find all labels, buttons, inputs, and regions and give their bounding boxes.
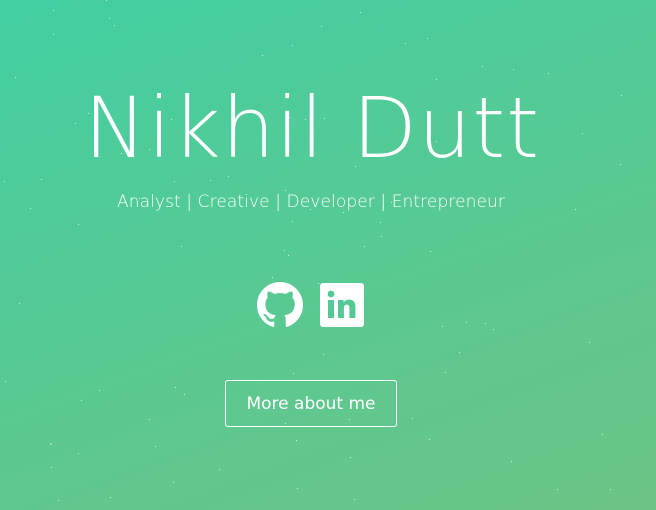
star-dot	[5, 381, 6, 382]
star-dot	[548, 73, 549, 74]
star-dot	[364, 246, 365, 247]
star-dot	[81, 400, 82, 401]
star-dot	[557, 489, 558, 490]
star-dot	[51, 443, 52, 444]
star-dot	[78, 224, 79, 225]
star-dot	[493, 329, 494, 330]
star-dot	[288, 255, 289, 256]
star-dot	[58, 500, 59, 501]
star-dot	[610, 489, 611, 490]
star-dot	[343, 212, 344, 213]
page-title: Nikhil Dutt	[83, 79, 541, 177]
star-dot	[149, 419, 150, 420]
star-dot	[181, 246, 182, 247]
star-dot	[109, 18, 110, 19]
star-dot	[511, 461, 512, 462]
star-dot	[262, 55, 263, 56]
starfield-background	[0, 0, 656, 510]
star-dot	[4, 181, 5, 182]
star-dot	[174, 181, 175, 182]
hero-section: Nikhil Dutt Analyst | Creative | Develop…	[0, 0, 656, 510]
star-dot	[284, 250, 285, 251]
star-dot	[380, 222, 381, 223]
star-dot	[53, 10, 54, 11]
star-dot	[381, 236, 382, 237]
star-dot	[459, 352, 460, 353]
star-dot	[412, 418, 413, 419]
star-dot	[114, 25, 115, 26]
star-dot	[602, 434, 603, 435]
star-dot	[292, 221, 293, 222]
star-dot	[589, 342, 590, 343]
star-dot	[292, 45, 293, 46]
star-dot	[155, 446, 156, 447]
star-dot	[321, 26, 322, 27]
star-dot	[429, 439, 430, 440]
star-dot	[210, 180, 211, 181]
star-dot	[272, 277, 273, 278]
star-dot	[293, 373, 294, 374]
star-dot	[445, 372, 446, 373]
star-dot	[323, 354, 324, 355]
star-dot	[482, 66, 483, 67]
star-dot	[99, 390, 100, 391]
more-about-me-button[interactable]: More about me	[225, 380, 397, 427]
star-dot	[297, 488, 298, 489]
star-dot	[350, 457, 351, 458]
tagline: Analyst | Creative | Developer | Entrepr…	[116, 192, 506, 212]
star-dot	[513, 69, 514, 70]
star-dot	[430, 251, 431, 252]
star-dot	[78, 453, 79, 454]
star-dot	[427, 38, 428, 39]
star-dot	[41, 179, 42, 180]
star-dot	[354, 499, 355, 500]
star-dot	[175, 387, 176, 388]
social-links	[0, 282, 622, 328]
star-dot	[405, 43, 406, 44]
github-link[interactable]	[257, 282, 303, 328]
github-icon	[257, 282, 303, 327]
star-dot	[360, 12, 361, 13]
star-dot	[51, 467, 52, 468]
star-dot	[110, 497, 111, 498]
star-dot	[296, 440, 297, 441]
linkedin-link[interactable]	[319, 282, 365, 328]
star-dot	[173, 482, 174, 483]
linkedin-icon	[320, 283, 364, 327]
star-dot	[219, 469, 220, 470]
star-dot	[184, 394, 185, 395]
star-dot	[50, 444, 51, 445]
star-dot	[106, 0, 107, 1]
star-dot	[285, 190, 286, 191]
star-dot	[53, 34, 54, 35]
